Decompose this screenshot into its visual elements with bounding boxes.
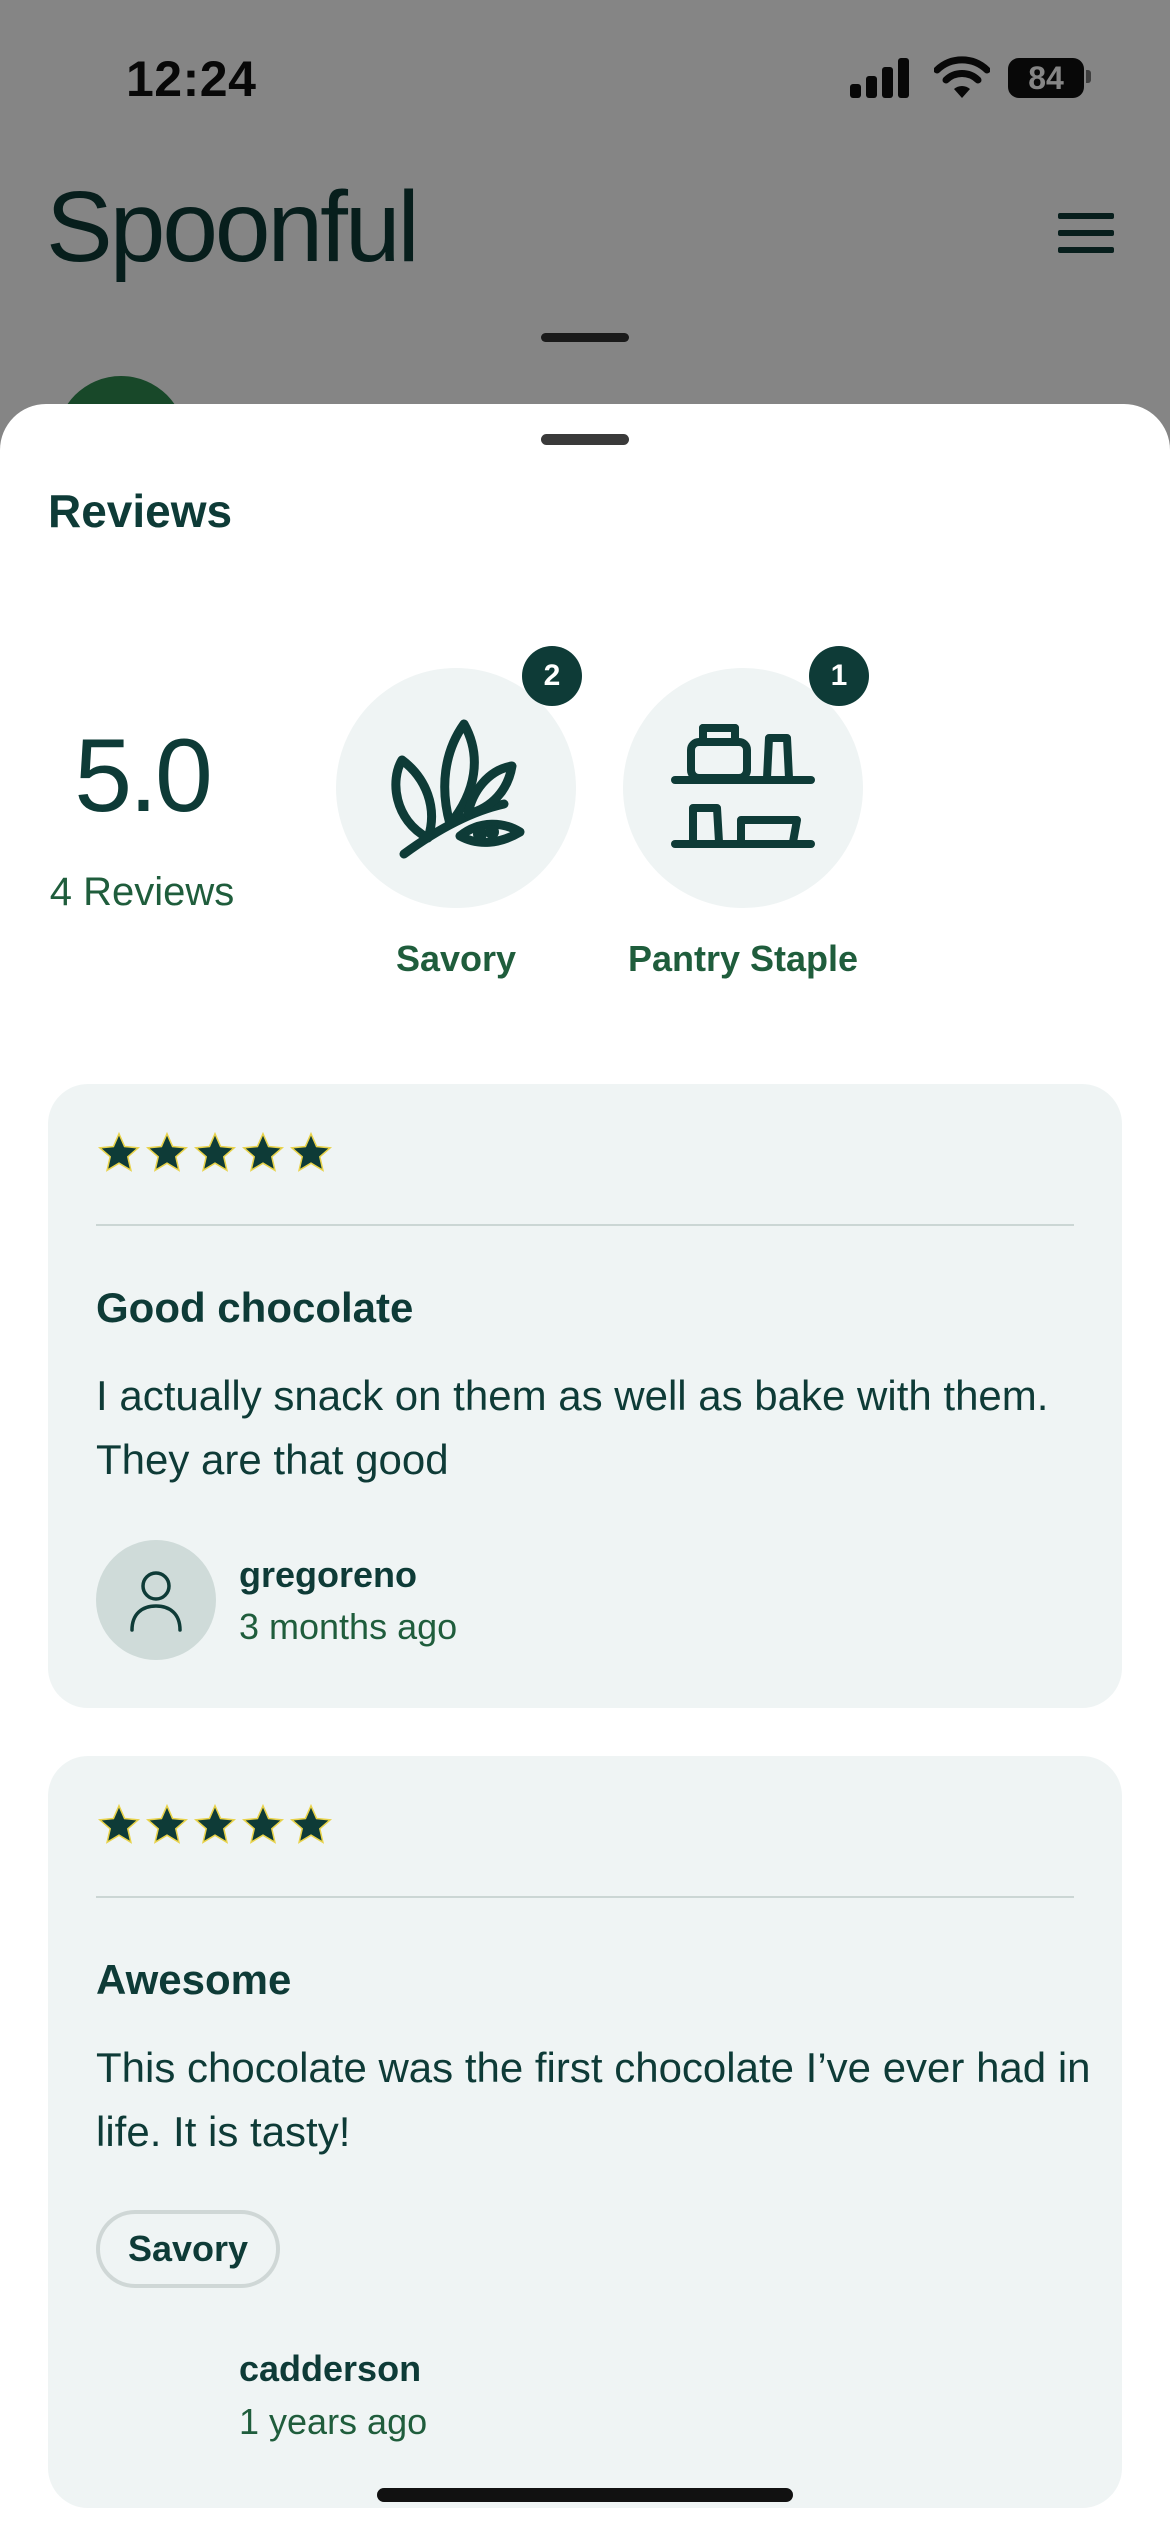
category-count-badge: 1 bbox=[809, 646, 869, 706]
star-icon bbox=[193, 1803, 237, 1844]
home-indicator[interactable] bbox=[377, 2488, 793, 2502]
review-body: This chocolate was the first chocolate I… bbox=[96, 2044, 1091, 2155]
leaf-icon bbox=[391, 719, 525, 859]
review-card: Awesome This chocolate was the first cho… bbox=[48, 1756, 1122, 2508]
star-icon bbox=[289, 1803, 333, 1844]
star-icon bbox=[145, 1803, 189, 1844]
category-savory[interactable]: 2 Savory bbox=[311, 646, 601, 1008]
review-time: 3 months ago bbox=[239, 1606, 458, 1647]
star-icon bbox=[97, 1131, 141, 1172]
reviewer-username: gregoreno bbox=[239, 1554, 418, 1595]
star-icon bbox=[193, 1131, 237, 1172]
review-body: I actually snack on them as well as bake… bbox=[96, 1372, 1049, 1483]
review-time: 1 years ago bbox=[239, 2401, 428, 2442]
user-avatar bbox=[96, 1540, 216, 1660]
star-icon bbox=[145, 1131, 189, 1172]
average-rating: 5.0 bbox=[74, 718, 213, 834]
star-rating bbox=[96, 1130, 336, 1176]
review-tag: Savory bbox=[96, 2210, 281, 2288]
star-icon bbox=[241, 1131, 285, 1172]
reviews-sheet: Reviews 5.0 4 Reviews 2 Savory 1 Pantry … bbox=[0, 404, 1170, 2532]
star-icon bbox=[241, 1803, 285, 1844]
category-label: Pantry Staple bbox=[627, 938, 859, 979]
user-icon bbox=[130, 1571, 182, 1632]
category-pantry-staple[interactable]: 1 Pantry Staple bbox=[598, 646, 888, 1008]
category-circle bbox=[623, 668, 863, 908]
pantry-shelf-icon bbox=[671, 724, 815, 848]
category-label: Savory bbox=[395, 938, 517, 979]
sheet-grabber[interactable] bbox=[541, 434, 629, 445]
reviews-title: Reviews bbox=[48, 485, 233, 537]
star-rating bbox=[96, 1802, 336, 1848]
card-divider bbox=[96, 1896, 1074, 1898]
review-title: Awesome bbox=[96, 1956, 292, 2003]
reviewer-username: cadderson bbox=[239, 2348, 422, 2389]
star-icon bbox=[97, 1803, 141, 1844]
review-card: Good chocolate I actually snack on them … bbox=[48, 1084, 1122, 1708]
card-divider bbox=[96, 1224, 1074, 1226]
category-circle bbox=[336, 668, 576, 908]
category-count-badge: 2 bbox=[522, 646, 582, 706]
review-title: Good chocolate bbox=[96, 1284, 414, 1331]
review-count: 4 Reviews bbox=[49, 870, 235, 914]
star-icon bbox=[289, 1131, 333, 1172]
